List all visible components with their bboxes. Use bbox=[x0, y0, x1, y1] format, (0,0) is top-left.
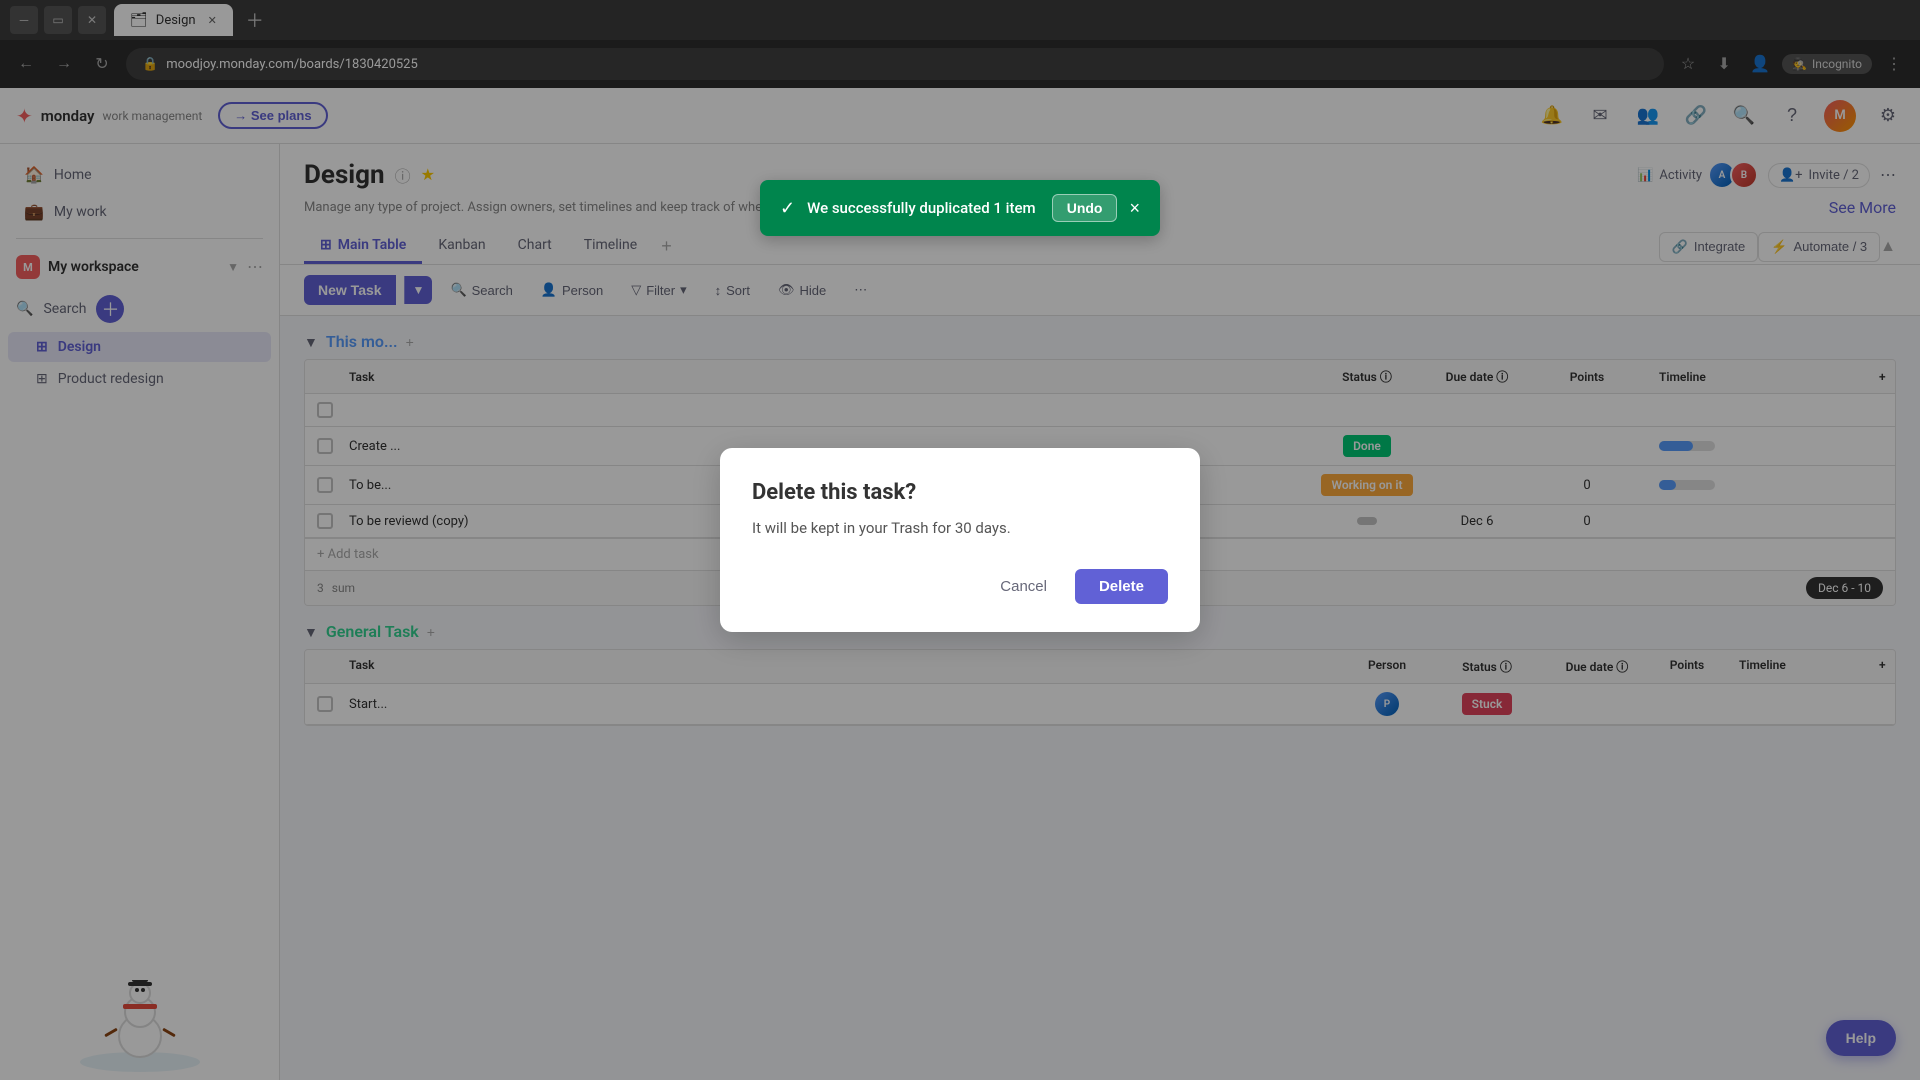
toast-close-button[interactable]: × bbox=[1129, 199, 1140, 217]
toast-notification: ✓ We successfully duplicated 1 item Undo… bbox=[760, 180, 1160, 236]
modal-title: Delete this task? bbox=[752, 480, 1168, 505]
modal-actions: Cancel Delete bbox=[752, 569, 1168, 604]
toast-message: We successfully duplicated 1 item bbox=[807, 199, 1040, 217]
modal-body: It will be kept in your Trash for 30 day… bbox=[752, 519, 1168, 537]
modal-overlay[interactable]: Delete this task? It will be kept in you… bbox=[0, 0, 1920, 1080]
modal-delete-button[interactable]: Delete bbox=[1075, 569, 1168, 604]
toast-undo-button[interactable]: Undo bbox=[1052, 194, 1118, 222]
toast-check-icon: ✓ bbox=[780, 198, 795, 219]
delete-task-modal: Delete this task? It will be kept in you… bbox=[720, 448, 1200, 632]
modal-cancel-button[interactable]: Cancel bbox=[984, 569, 1063, 604]
